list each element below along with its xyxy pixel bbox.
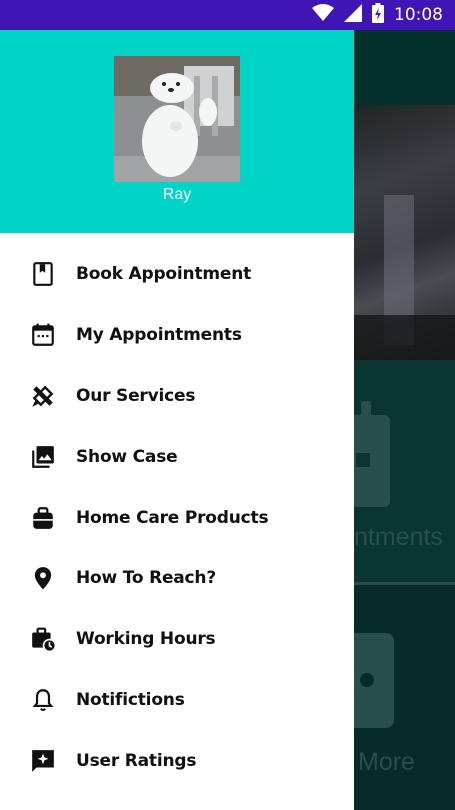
background-card-label: ntments <box>354 523 443 551</box>
menu-item-working-hours[interactable]: Working Hours <box>0 609 354 670</box>
battery-charging-icon <box>372 2 384 28</box>
drawer-menu: Book Appointment My Appointments Our Ser… <box>0 233 354 791</box>
wifi-icon <box>312 3 334 27</box>
menu-item-label: Show Case <box>76 446 178 467</box>
menu-item-label: User Ratings <box>76 750 197 771</box>
menu-item-book-appointment[interactable]: Book Appointment <box>0 244 354 305</box>
background-salon-photo <box>354 105 455 360</box>
menu-item-label: Notifictions <box>76 689 185 710</box>
photo-library-icon <box>30 444 56 470</box>
rate-review-icon <box>30 748 56 774</box>
calendar-icon <box>30 322 56 348</box>
menu-item-label: My Appointments <box>76 325 242 346</box>
drawer-header: Ray <box>0 30 354 233</box>
background-card-label: More <box>358 748 415 776</box>
menu-item-notifications[interactable]: Notifictions <box>0 670 354 731</box>
bag-icon <box>30 505 56 531</box>
bell-icon <box>30 687 56 713</box>
bookmark-icon <box>30 261 56 287</box>
menu-item-label: Our Services <box>76 385 196 406</box>
work-clock-icon <box>30 626 56 653</box>
menu-item-label: Home Care Products <box>76 507 269 528</box>
menu-item-my-appointments[interactable]: My Appointments <box>0 305 354 366</box>
signal-icon <box>344 3 362 27</box>
navigation-drawer: Ray Book Appointment My Appointments Our… <box>0 30 354 810</box>
user-name: Ray <box>162 186 192 203</box>
status-time: 10:08 <box>394 5 443 25</box>
menu-item-home-care-products[interactable]: Home Care Products <box>0 487 354 548</box>
location-pin-icon <box>30 565 56 591</box>
menu-item-label: Book Appointment <box>76 264 252 285</box>
menu-item-how-to-reach[interactable]: How To Reach? <box>0 548 354 609</box>
avatar[interactable] <box>114 56 240 182</box>
menu-item-our-services[interactable]: Our Services <box>0 366 354 427</box>
tools-icon <box>30 383 56 409</box>
menu-item-label: How To Reach? <box>76 568 216 589</box>
menu-item-show-case[interactable]: Show Case <box>0 426 354 487</box>
menu-item-label: Working Hours <box>76 629 216 650</box>
menu-item-user-ratings[interactable]: User Ratings <box>0 730 354 791</box>
status-bar: 10:08 <box>0 0 455 30</box>
